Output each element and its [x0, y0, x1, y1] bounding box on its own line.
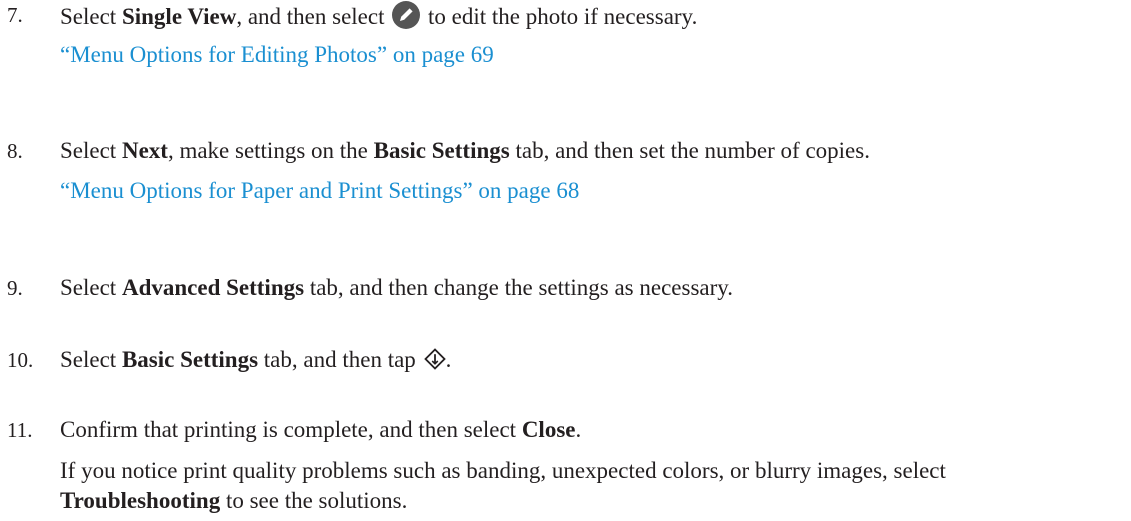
edit-icon	[392, 1, 421, 29]
advanced-settings-label: Advanced Settings	[121, 275, 305, 300]
step-number: 9.	[7, 276, 23, 300]
troubleshooting-label: Troubleshooting	[60, 488, 221, 513]
step-instruction: Confirm that printing is complete, and t…	[60, 417, 582, 442]
step-instruction: Select Advanced Settings tab, and then c…	[60, 275, 734, 300]
step-instruction: Select Basic Settings tab, and then tap …	[60, 347, 452, 372]
next-label: Next	[121, 138, 168, 163]
troubleshooting-note: If you notice print quality problems suc…	[60, 458, 946, 513]
menu-options-editing-link[interactable]: “Menu Options for Editing Photos” on pag…	[60, 40, 494, 70]
step-instruction: Select Next, make settings on the Basic …	[60, 138, 870, 163]
single-view-label: Single View	[121, 4, 237, 29]
close-label: Close	[521, 417, 576, 442]
basic-settings-label: Basic Settings	[373, 138, 510, 163]
step-number: 11.	[7, 418, 33, 442]
basic-settings-label: Basic Settings	[121, 347, 259, 372]
start-icon	[423, 348, 446, 370]
step-number: 10.	[7, 348, 34, 372]
step-instruction: Select Single View, and then select to e…	[60, 0, 697, 32]
step-number: 7.	[7, 3, 23, 27]
menu-options-paper-link[interactable]: “Menu Options for Paper and Print Settin…	[60, 176, 579, 206]
step-number: 8.	[7, 139, 23, 163]
